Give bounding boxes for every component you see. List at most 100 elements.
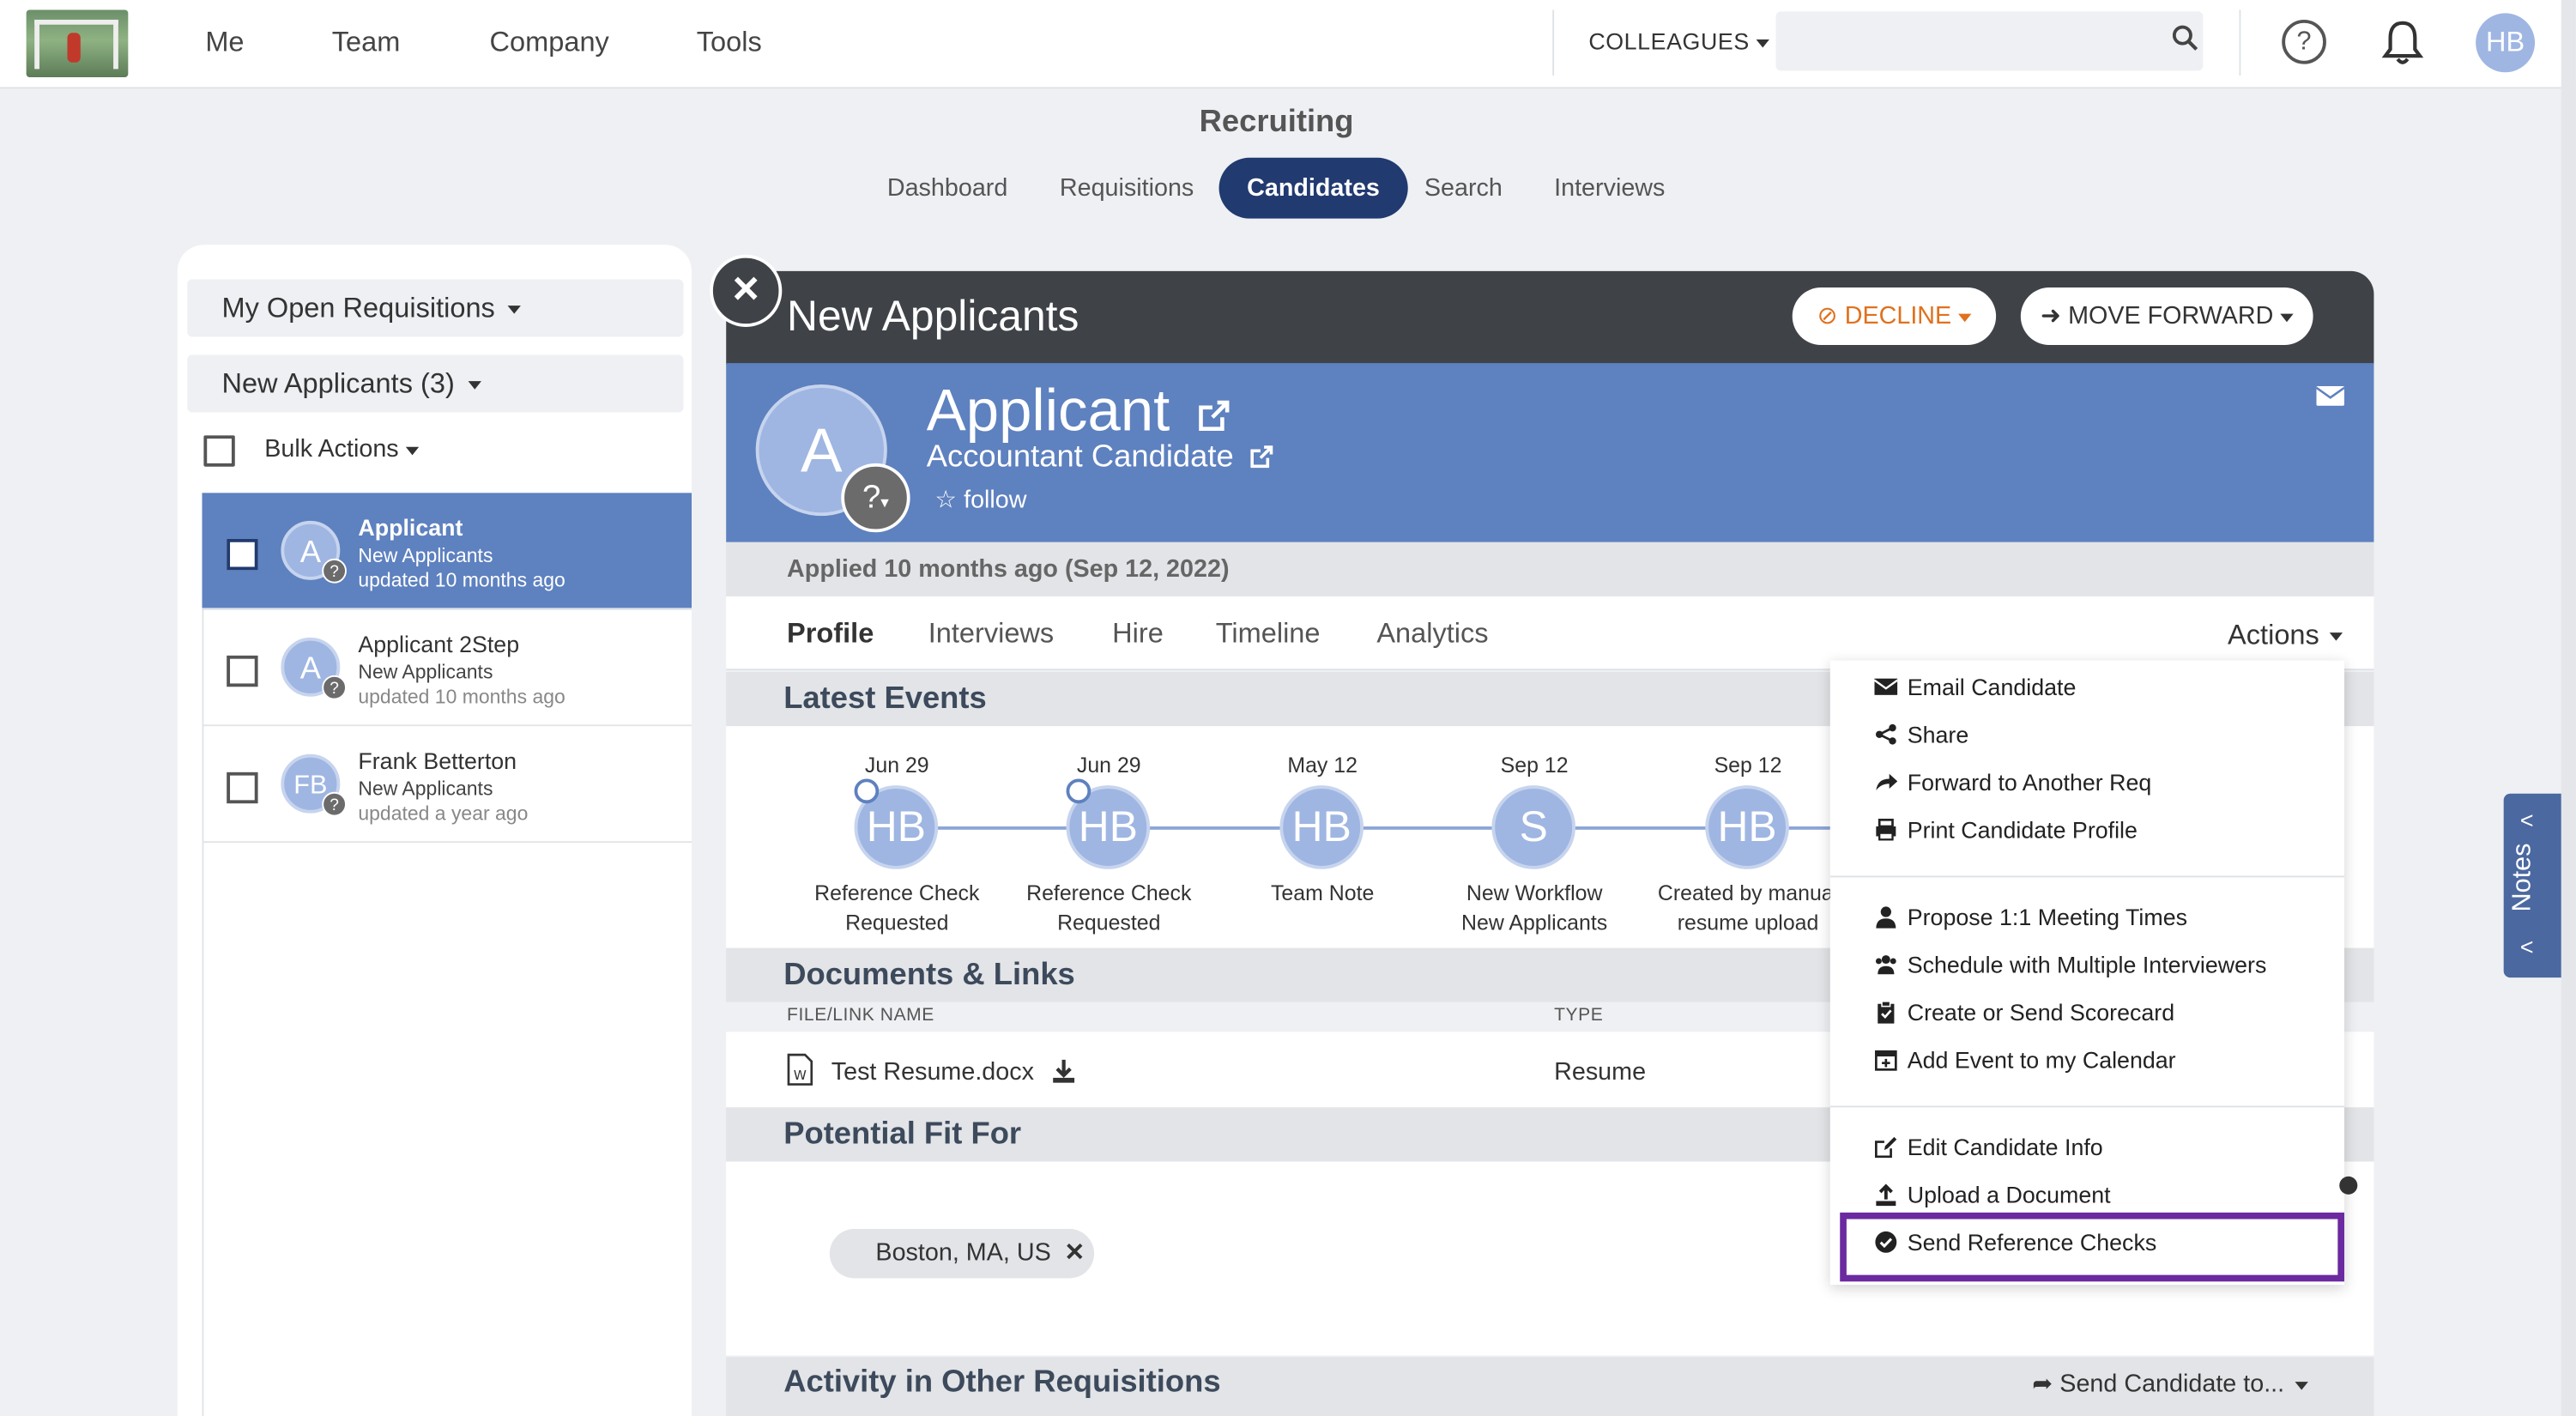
help-icon[interactable]: ? [2282, 19, 2326, 64]
event-label-line: Requested [1057, 910, 1161, 935]
envelope-icon[interactable] [2316, 385, 2344, 406]
menu-item-schedule-multiple[interactable]: Schedule with Multiple Interviewers [1874, 951, 2266, 977]
candidate-item[interactable]: A ? Applicant New Applicants updated 10 … [202, 493, 692, 610]
tab-search[interactable]: Search [1424, 174, 1503, 203]
tab-interviews[interactable]: Interviews [1554, 174, 1665, 203]
move-forward-button[interactable]: ➜ MOVE FORWARD [2020, 287, 2313, 346]
location-chip: Boston, MA, US ✕ [829, 1229, 1095, 1279]
menu-item-edit-info[interactable]: Edit Candidate Info [1874, 1134, 2103, 1160]
menu-item-propose-meeting[interactable]: Propose 1:1 Meeting Times [1874, 904, 2187, 930]
close-icon[interactable]: × [710, 254, 783, 327]
candidate-role[interactable]: Accountant Candidate [927, 440, 1275, 476]
event-avatar[interactable]: HB [1279, 785, 1364, 869]
search-input[interactable] [1775, 11, 2204, 71]
requisition-filter-label: My Open Requisitions [221, 292, 495, 324]
bulk-actions-label: Bulk Actions [264, 435, 399, 463]
event-label: Reference Check Requested [790, 879, 1004, 938]
company-logo[interactable] [26, 9, 129, 77]
nav-me[interactable]: Me [205, 27, 244, 59]
page-scrollbar[interactable] [2561, 0, 2576, 1416]
actions-dropdown[interactable]: Actions [2228, 620, 2343, 652]
tab-requisitions[interactable]: Requisitions [1060, 174, 1194, 203]
notes-label: Notes [2508, 843, 2537, 912]
event-date: Sep 12 [1714, 752, 1782, 778]
section-title: Activity in Other Requisitions [783, 1365, 1221, 1401]
event-avatar[interactable]: S [1491, 785, 1576, 869]
event-label: Team Note [1216, 879, 1430, 908]
user-avatar[interactable]: HB [2476, 13, 2536, 73]
caret-down-icon [405, 445, 419, 455]
candidate-checkbox[interactable] [227, 538, 258, 571]
tab-interviews[interactable]: Interviews [928, 618, 1055, 651]
external-link-icon[interactable] [1249, 444, 1275, 470]
tab-dashboard[interactable]: Dashboard [887, 174, 1008, 203]
caret-down-icon [2329, 632, 2343, 641]
chevron-left-icon: < [2519, 933, 2534, 960]
send-candidate-dropdown[interactable]: ➦ Send Candidate to... [2032, 1369, 2307, 1398]
event-label-line: Requested [845, 910, 949, 935]
section-title: Potential Fit For [783, 1116, 1022, 1153]
tab-candidates[interactable]: Candidates [1218, 157, 1408, 219]
nav-team[interactable]: Team [332, 27, 401, 59]
bulk-actions-dropdown[interactable]: Bulk Actions [264, 435, 419, 463]
column-header-type[interactable]: TYPE [1554, 1006, 1603, 1026]
menu-item-scorecard[interactable]: Create or Send Scorecard [1874, 999, 2174, 1026]
candidate-role-text: Accountant Candidate [926, 440, 1234, 475]
requisition-filter-dropdown[interactable]: My Open Requisitions [187, 279, 684, 337]
candidate-checkbox[interactable] [227, 655, 258, 687]
question-badge-icon: ? [322, 675, 347, 700]
applied-date: Applied 10 months ago (Sep 12, 2022) [787, 555, 1230, 584]
menu-item-print[interactable]: Print Candidate Profile [1874, 817, 2138, 843]
tab-timeline[interactable]: Timeline [1216, 618, 1321, 651]
note-badge-icon [1066, 778, 1091, 804]
arrow-circle-icon: ➜ [2041, 302, 2069, 330]
candidate-stage: New Applicants [358, 777, 493, 801]
decline-button[interactable]: ⊘ DECLINE [1792, 287, 1997, 346]
event-avatar[interactable]: HB [1705, 785, 1789, 869]
menu-divider [1829, 1105, 2344, 1108]
menu-item-email-candidate[interactable]: Email Candidate [1874, 674, 2076, 700]
menu-item-upload[interactable]: Upload a Document [1874, 1182, 2111, 1207]
follow-button[interactable]: ☆ follow [934, 485, 1026, 515]
close-icon[interactable]: ✕ [1064, 1239, 1085, 1268]
nav-divider [2239, 9, 2241, 76]
candidate-name-text: Applicant [926, 376, 1170, 444]
menu-item-label: Edit Candidate Info [1907, 1134, 2103, 1160]
caret-down-icon [2294, 1381, 2307, 1389]
bell-icon[interactable] [2380, 18, 2425, 67]
nav-tools[interactable]: Tools [697, 27, 762, 59]
stage-filter-dropdown[interactable]: New Applicants (3) [187, 354, 684, 413]
colleagues-label: COLLEAGUES [1588, 27, 1750, 55]
candidate-name: Frank Betterton [358, 747, 517, 774]
menu-item-add-calendar[interactable]: Add Event to my Calendar [1874, 1047, 2176, 1073]
event-date: Jun 29 [1076, 752, 1141, 778]
candidate-updated: updated 10 months ago [358, 568, 565, 592]
candidate-name[interactable]: Applicant [927, 376, 1232, 445]
menu-item-forward[interactable]: Forward to Another Req [1874, 769, 2151, 796]
column-header-name[interactable]: FILE/LINK NAME [787, 1006, 934, 1026]
candidate-checkbox[interactable] [227, 772, 258, 804]
note-badge-icon [854, 778, 880, 804]
caret-down-icon [508, 306, 522, 314]
tab-hire[interactable]: Hire [1112, 618, 1164, 651]
bulk-select-checkbox[interactable] [203, 435, 235, 467]
nav-company[interactable]: Company [490, 27, 609, 59]
event-label: Reference Check Requested [1002, 879, 1216, 938]
star-icon: ☆ [934, 486, 958, 515]
document-link[interactable]: Test Resume.docx [831, 1058, 1034, 1086]
candidate-item[interactable]: FB ? Frank Betterton New Applicants upda… [202, 726, 692, 844]
candidate-item[interactable]: A ? Applicant 2Step New Applicants updat… [202, 609, 692, 727]
download-icon[interactable] [1051, 1058, 1076, 1085]
tab-analytics[interactable]: Analytics [1376, 618, 1488, 651]
question-badge-icon[interactable]: ?▾ [841, 463, 910, 533]
menu-item-share[interactable]: Share [1874, 721, 1968, 747]
tab-profile[interactable]: Profile [787, 618, 874, 651]
external-link-icon[interactable] [1196, 397, 1232, 433]
forward-arrow-icon [1876, 773, 1898, 790]
colleagues-dropdown[interactable]: COLLEAGUES [1588, 27, 1769, 55]
event-label-line: Reference Check [1026, 880, 1192, 905]
share-arrow-icon: ➦ [2032, 1370, 2060, 1399]
search-icon[interactable] [2172, 25, 2198, 51]
candidate-stage: New Applicants [358, 660, 493, 684]
candidate-updated: updated 10 months ago [358, 685, 565, 709]
